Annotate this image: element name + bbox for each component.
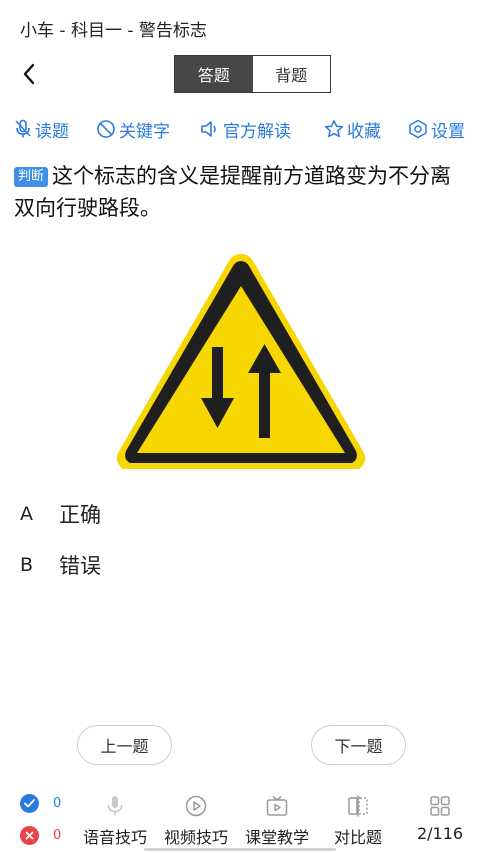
question-text: 这个标志的含义是提醒前方道路变为不分离双向行驶路段。 [14, 164, 452, 220]
compare-questions-label: 对比题 [333, 828, 382, 847]
wrong-count: 0 [20, 826, 61, 845]
warning-sign-image [116, 254, 366, 469]
question-text-block: 判断 这个标志的含义是提醒前方道路变为不分离双向行驶路段。 [14, 160, 464, 224]
option-letter: A [20, 503, 33, 525]
chevron-left-icon [23, 63, 35, 85]
microphone-icon [15, 119, 31, 138]
official-explanation-label: 官方解读 [223, 121, 291, 142]
compare-questions-button[interactable]: 对比题 [318, 794, 398, 848]
read-question-button[interactable]: 读题 [14, 112, 69, 146]
classroom-teaching-button[interactable]: 课堂教学 [237, 794, 317, 848]
voice-tips-button[interactable]: 语音技巧 [75, 794, 155, 848]
keyword-label: 关键字 [119, 121, 170, 142]
toolbar: 读题 关键字 官方解读 收藏 设置 [0, 112, 480, 146]
favorite-label: 收藏 [347, 121, 381, 142]
no-entry-icon [97, 120, 115, 138]
official-explanation-button[interactable]: 官方解读 [200, 112, 291, 146]
speaker-icon [201, 121, 216, 137]
cross-icon [20, 826, 39, 845]
option-text: 正确 [59, 503, 101, 527]
wrong-count-value: 0 [53, 828, 62, 843]
read-question-label: 读题 [35, 121, 69, 142]
grid-icon [430, 796, 450, 816]
microphone-icon [107, 796, 123, 816]
settings-label: 设置 [431, 121, 465, 142]
tab-memorize[interactable]: 背题 [252, 56, 330, 92]
next-question-button[interactable]: 下一题 [311, 725, 406, 765]
check-icon [20, 794, 39, 813]
favorite-button[interactable]: 收藏 [324, 112, 381, 146]
title-bar: 小车 - 科目一 - 警告标志 [0, 0, 480, 52]
question-type-badge: 判断 [14, 167, 49, 187]
tv-icon [266, 795, 288, 816]
mode-switch: 答题 背题 [174, 55, 331, 93]
play-icon [185, 795, 207, 817]
correct-count: 0 [20, 794, 61, 813]
option-text: 错误 [59, 554, 101, 578]
question-progress: 2/116 [416, 824, 464, 843]
compare-icon [348, 795, 368, 817]
option-a[interactable]: A 正确 [20, 494, 101, 534]
question-list-button[interactable]: 2/116 [400, 794, 480, 843]
tab-answer[interactable]: 答题 [175, 56, 253, 92]
classroom-teaching-label: 课堂教学 [244, 828, 309, 847]
gear-icon [409, 119, 427, 139]
settings-button[interactable]: 设置 [408, 112, 465, 146]
correct-count-value: 0 [53, 796, 62, 811]
page-title: 小车 - 科目一 - 警告标志 [20, 21, 207, 41]
bottom-bar: 0 0 语音技巧 视频技巧 课堂教学 对比题 2/116 [0, 790, 480, 853]
keyword-button[interactable]: 关键字 [96, 112, 170, 146]
prev-question-button[interactable]: 上一题 [77, 725, 172, 765]
voice-tips-label: 语音技巧 [82, 828, 147, 847]
video-tips-button[interactable]: 视频技巧 [156, 794, 236, 848]
nav-bar: 答题 背题 [0, 52, 480, 96]
home-indicator [144, 848, 336, 851]
video-tips-label: 视频技巧 [163, 828, 228, 847]
option-letter: B [20, 554, 34, 576]
option-b[interactable]: B 错误 [20, 545, 101, 585]
star-icon [324, 120, 344, 138]
back-button[interactable] [14, 58, 44, 90]
